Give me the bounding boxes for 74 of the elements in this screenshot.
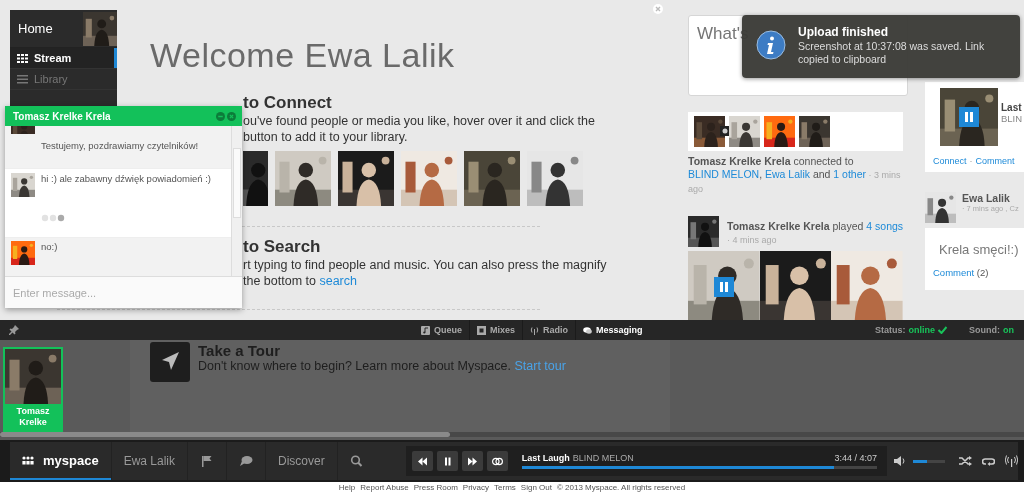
track-artist: BLIN	[1001, 113, 1023, 124]
section-heading: to Connect	[243, 93, 333, 113]
antenna-icon	[530, 325, 540, 335]
sound-value: on	[1003, 325, 1014, 335]
gear-icon[interactable]	[720, 126, 730, 136]
comment-count: (2)	[976, 267, 989, 278]
copyright: © 2013 Myspace. All rights reserved	[556, 482, 686, 492]
message-text: hi :) ale zabawny dźwięk powiadomień :)	[41, 173, 212, 184]
square-icon	[477, 325, 486, 335]
footer-link[interactable]: Privacy	[462, 482, 490, 492]
section-text: ou've found people or media you like, hover over it and click the	[243, 113, 596, 129]
search-icon	[349, 455, 364, 467]
status-value: online	[908, 325, 935, 335]
profile-link[interactable]: Ewa Lalik	[110, 442, 187, 480]
list-icon	[17, 74, 28, 84]
post-text: Krela smęci!:)	[938, 242, 1020, 257]
footer-link[interactable]: Sign Out	[520, 482, 552, 492]
section-text: button to add it to your library.	[243, 129, 409, 145]
info-icon	[756, 30, 786, 60]
chat-title: Tomasz Krelke Krela	[13, 110, 111, 122]
footer-link[interactable]: Press Room	[413, 482, 458, 492]
track-title: Last Laugh	[521, 453, 570, 463]
repeat-icon[interactable]	[982, 455, 995, 467]
home-link[interactable]: Home	[18, 21, 53, 36]
section-heading: Take a Tour	[198, 342, 281, 359]
action-link[interactable]: Comment	[975, 156, 1015, 166]
track-time: 3:44 / 4:07	[834, 453, 877, 463]
chat-name: Tomasz Krelke	[15, 406, 51, 428]
track-artist: BLIND MELON	[572, 453, 634, 463]
toolbar-tab[interactable]: Messaging	[576, 320, 650, 340]
section-text: Don't know where to begin? Learn more about Myspace. Start tour	[198, 359, 566, 373]
sound-label: Sound:	[969, 325, 1000, 335]
pin-icon[interactable]	[9, 325, 19, 335]
chat-bubbles-icon	[239, 455, 253, 467]
scrollbar[interactable]	[0, 432, 1024, 437]
section-heading: to Search	[243, 237, 322, 257]
section-text: rt typing to find people and music. You can also press the magnify	[243, 257, 608, 273]
antenna-icon[interactable]	[1005, 455, 1018, 467]
pause-button[interactable]	[436, 451, 458, 471]
scrollbar[interactable]	[231, 126, 242, 276]
separator-dot: ·	[969, 156, 973, 166]
next-button[interactable]	[461, 451, 483, 471]
notification-title: Upload finished	[798, 25, 889, 39]
grid-icon	[17, 53, 28, 63]
shuffle-icon[interactable]	[959, 455, 972, 467]
footer-link[interactable]: Report Abuse	[360, 482, 409, 492]
track-title: Last	[1001, 102, 1023, 113]
status-label: Status:	[875, 325, 906, 335]
connect-button[interactable]	[486, 451, 508, 471]
chat-bubbles-icon	[583, 325, 593, 335]
footer-link[interactable]: Terms	[494, 482, 516, 492]
volume-slider[interactable]	[913, 459, 945, 463]
message-field[interactable]: Enter message...	[5, 277, 242, 308]
sidebar-item[interactable]: Stream	[10, 48, 117, 69]
footer-link[interactable]: Help	[338, 482, 356, 492]
message-text: Testujemy, pozdrawiamy czytelników!	[41, 140, 199, 151]
comment-link[interactable]: Comment	[933, 267, 975, 278]
message-text: no:)	[41, 241, 58, 252]
fast-forward-icon	[466, 456, 478, 466]
action-link[interactable]: Connect	[933, 156, 967, 166]
discover-link[interactable]: Discover	[265, 442, 337, 480]
note-icon	[421, 325, 430, 335]
flag-icon	[200, 455, 214, 467]
rewind-icon	[416, 456, 428, 466]
logo[interactable]: myspace	[10, 442, 111, 480]
rings-icon	[491, 456, 503, 466]
page-title: Welcome Ewa Lalik	[150, 36, 456, 75]
notification-text: Screenshot at 10:37:08 was saved. Link copied to clipboard	[798, 40, 986, 66]
activity-text: Tomasz Krelke Krela played 4 songs	[727, 220, 904, 233]
check-icon	[938, 326, 947, 334]
volume-icon[interactable]	[893, 455, 907, 467]
section-text: the bottom to search	[243, 273, 358, 289]
previous-button[interactable]	[411, 451, 433, 471]
author-name: Ewa Lalik	[962, 192, 1011, 204]
